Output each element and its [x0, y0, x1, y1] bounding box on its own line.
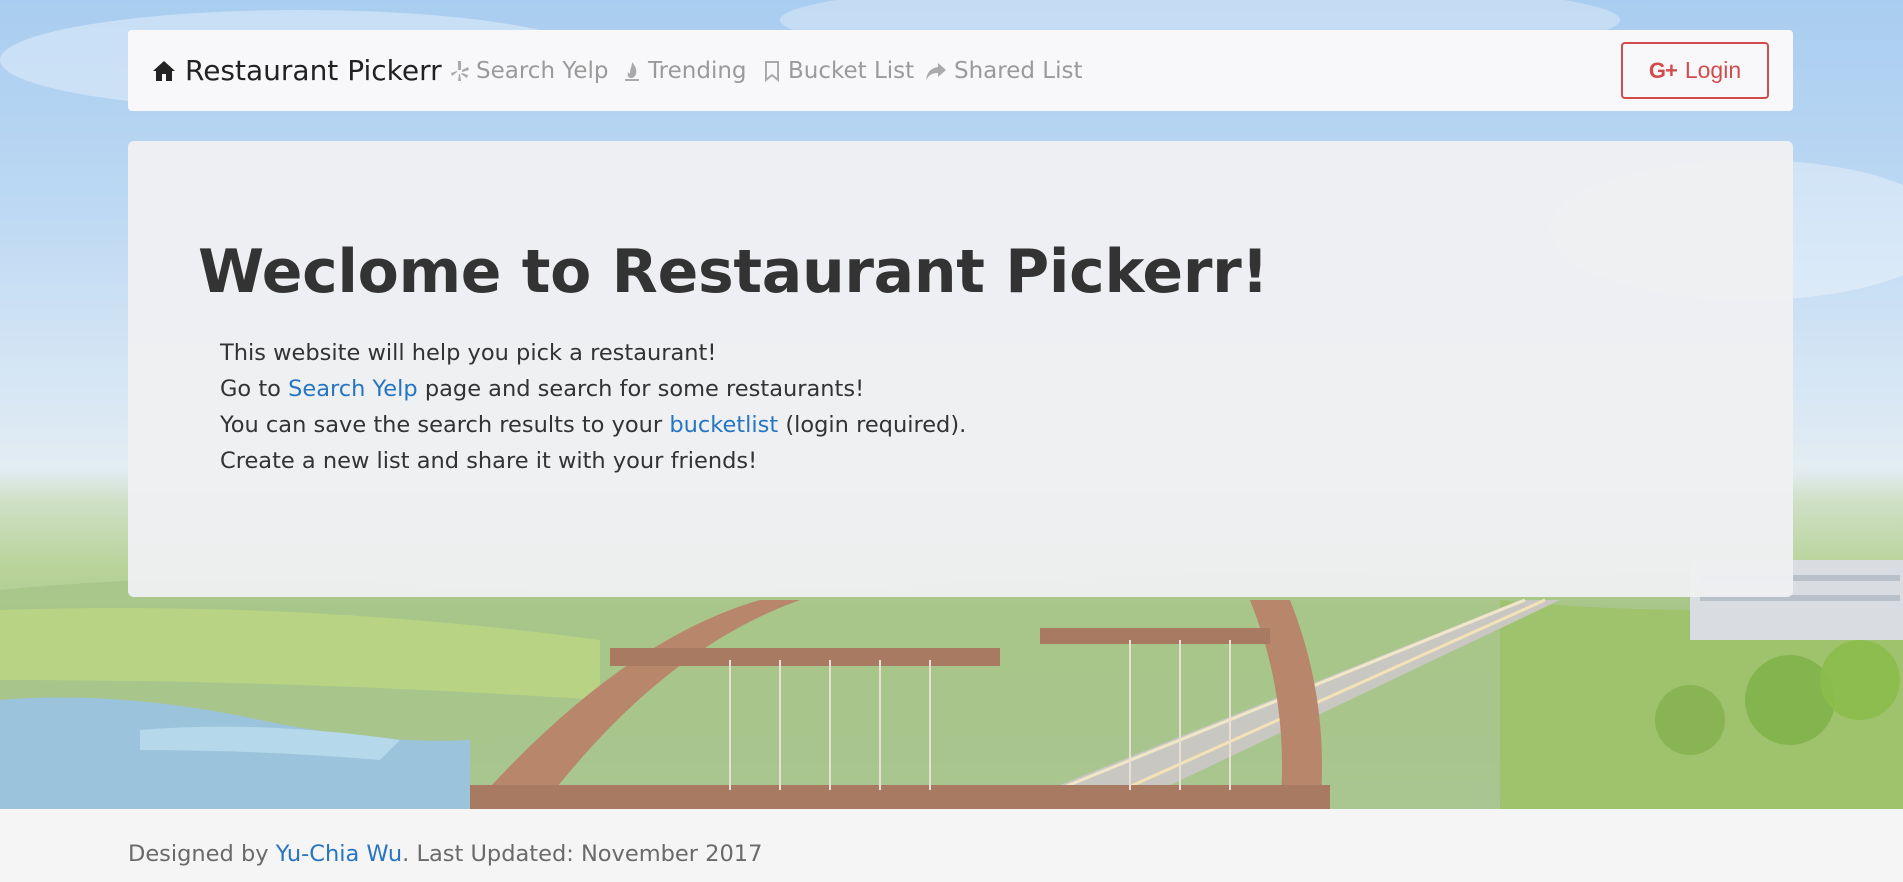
nav-item-label: Shared List: [954, 57, 1083, 84]
nav-item-trending[interactable]: Trending: [622, 30, 747, 111]
welcome-panel: Weclome to Restaurant Pickerr! This webs…: [128, 141, 1793, 597]
nav-item-search-yelp[interactable]: Search Yelp: [450, 30, 608, 111]
page-title: Weclome to Restaurant Pickerr!: [198, 237, 1269, 307]
fire-icon: [625, 61, 639, 81]
nav-item-bucket-list[interactable]: Bucket List: [762, 30, 914, 111]
bucketlist-link[interactable]: bucketlist: [669, 412, 778, 438]
intro-line-3-post: (login required).: [778, 412, 967, 438]
intro-line-2-post: page and search for some restaurants!: [417, 376, 865, 402]
brand-name: Restaurant Pickerr: [185, 54, 442, 87]
home-icon: [153, 60, 175, 81]
login-button[interactable]: G+ Login: [1621, 42, 1769, 99]
brand-link[interactable]: Restaurant Pickerr: [152, 30, 442, 111]
bookmark-icon: [765, 60, 779, 82]
intro-line-3-pre: You can save the search results to your: [220, 412, 670, 438]
intro-line-4: Create a new list and share it with your…: [220, 448, 758, 474]
search-yelp-link[interactable]: Search Yelp: [288, 376, 418, 402]
nav-item-label: Search Yelp: [476, 57, 609, 84]
google-plus-icon: G+: [1648, 57, 1678, 83]
nav-item-shared-list[interactable]: Shared List: [924, 30, 1083, 111]
yelp-icon: [451, 60, 469, 81]
nav-item-label: Bucket List: [788, 57, 915, 84]
nav-item-label: Trending: [648, 57, 747, 84]
footer-pre: Designed by: [128, 841, 276, 867]
login-label: Login: [1684, 57, 1742, 83]
intro-line-2-pre: Go to: [220, 376, 289, 402]
share-icon: [926, 62, 946, 80]
footer: Designed by Yu-Chia Wu. Last Updated: No…: [0, 809, 1903, 882]
intro-line-1: This website will help you pick a restau…: [220, 340, 717, 366]
intro-line-2: Go to Search Yelp page and search for so…: [220, 371, 966, 407]
navbar: Restaurant Pickerr Search Yelp Trending …: [128, 30, 1793, 111]
intro-text: This website will help you pick a restau…: [220, 335, 966, 479]
footer-text: Designed by Yu-Chia Wu. Last Updated: No…: [128, 841, 762, 867]
author-link[interactable]: Yu-Chia Wu: [276, 841, 402, 867]
intro-line-3: You can save the search results to your …: [220, 407, 966, 443]
footer-post: . Last Updated: November 2017: [402, 841, 763, 867]
